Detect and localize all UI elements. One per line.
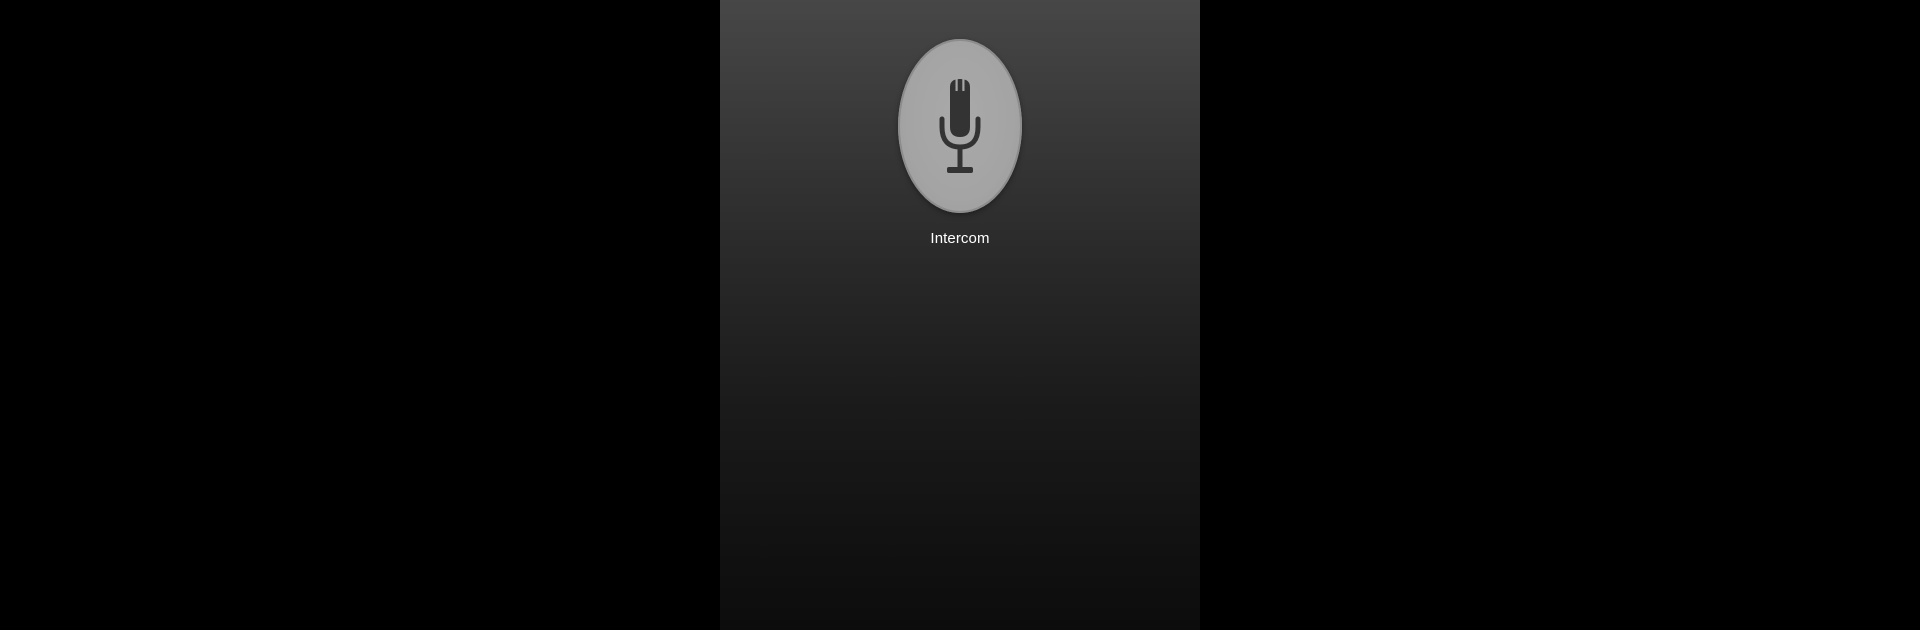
app-window: Intercom: [0, 0, 1920, 630]
intercom-button[interactable]: [898, 39, 1022, 213]
intercom-screen: Intercom: [720, 0, 1200, 630]
microphone-icon: [939, 79, 981, 173]
intercom-label: Intercom: [930, 230, 990, 247]
